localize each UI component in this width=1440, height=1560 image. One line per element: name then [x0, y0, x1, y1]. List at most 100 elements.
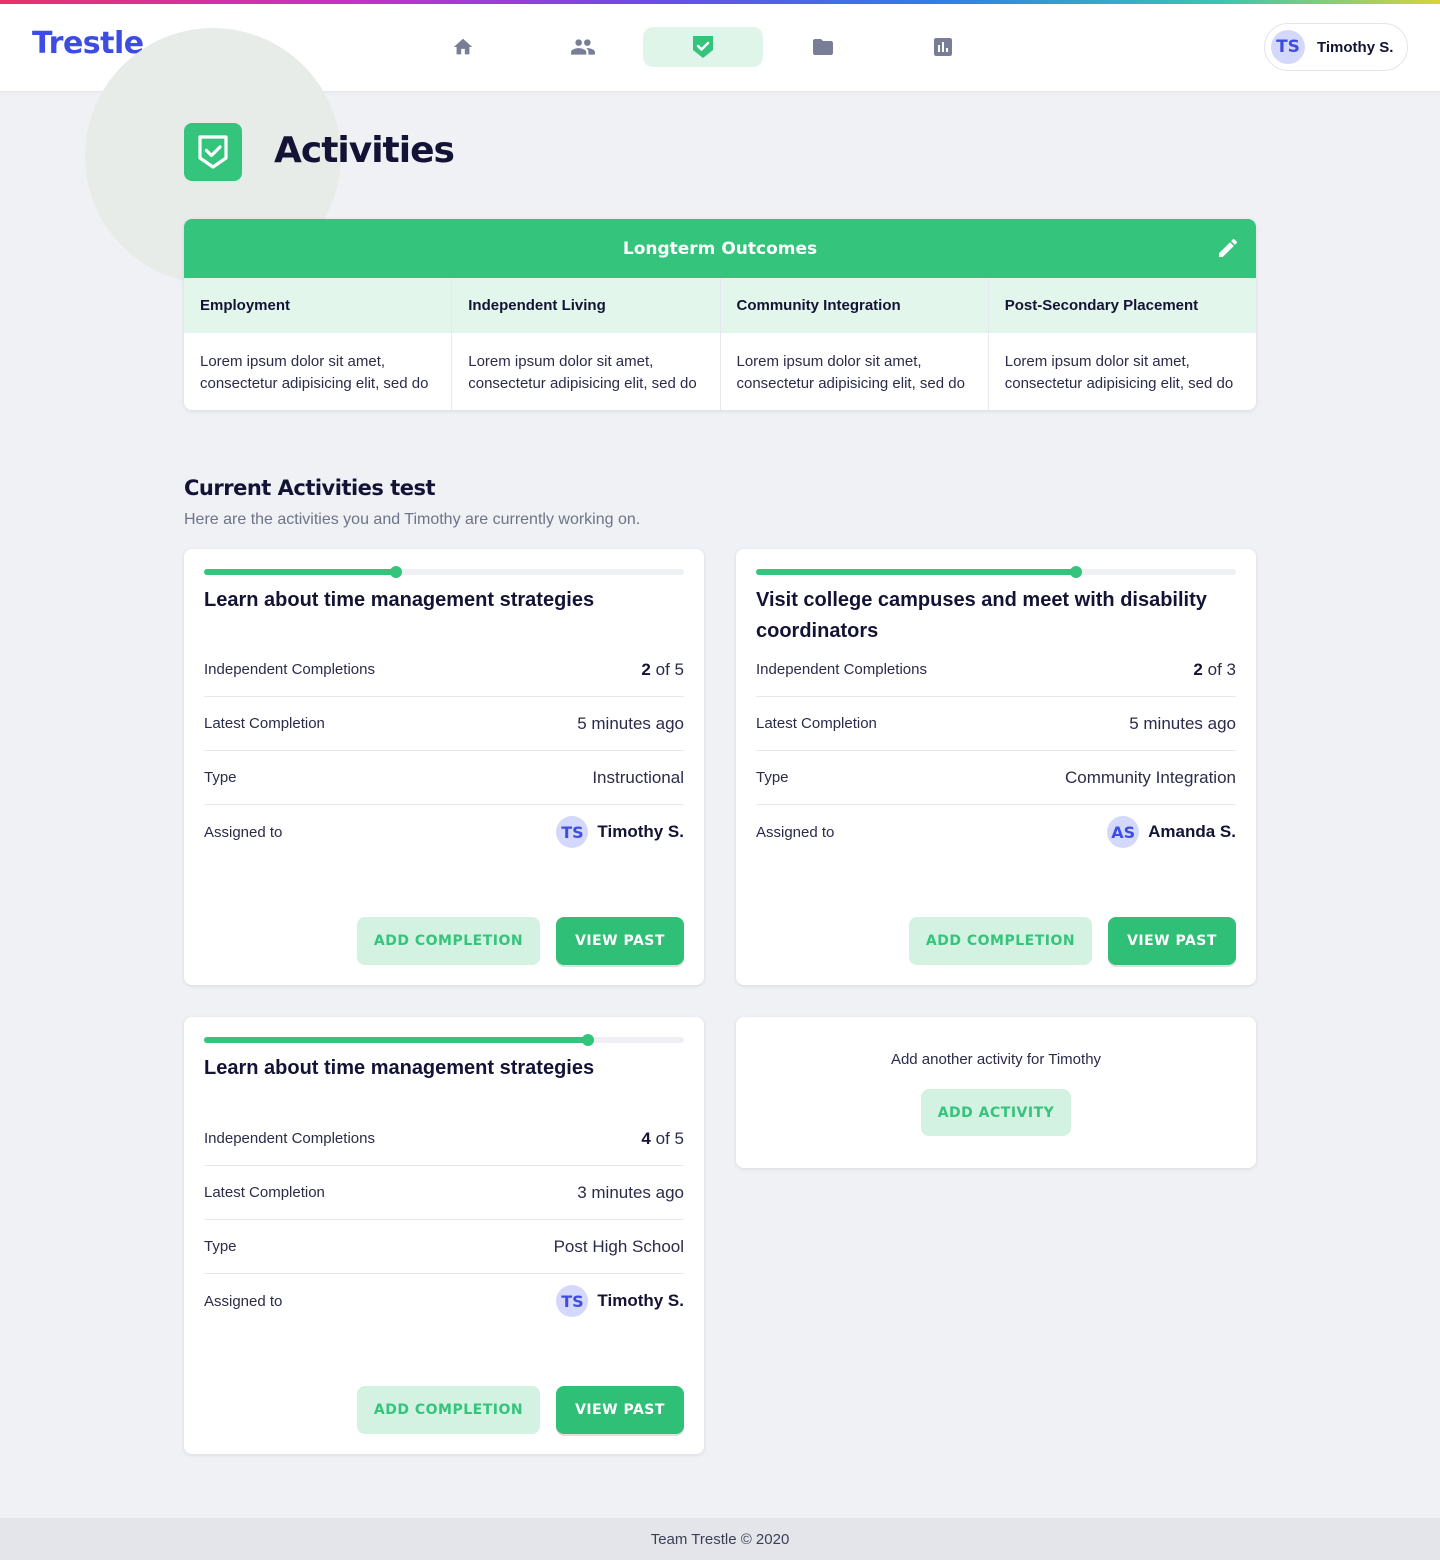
- detail-label: Type: [204, 769, 237, 786]
- activity-type: Post High School: [553, 1236, 684, 1256]
- nav-files[interactable]: [763, 27, 883, 67]
- detail-row-type: Type Community Integration: [756, 751, 1236, 805]
- folder-icon: [813, 39, 833, 55]
- assignee-name: Timothy S.: [597, 822, 684, 841]
- section-title: Current Activities test: [184, 476, 436, 500]
- latest-completion: 5 minutes ago: [577, 713, 684, 733]
- nav-home[interactable]: [403, 27, 523, 67]
- page-title: Activities: [274, 130, 455, 171]
- detail-label: Latest Completion: [756, 715, 877, 732]
- activity-title: Learn about time management strategies: [204, 1057, 595, 1079]
- detail-label: Latest Completion: [204, 715, 325, 732]
- outcome-text: Lorem ipsum dolor sit amet, consectetur …: [1004, 353, 1234, 392]
- avatar: TS: [1271, 30, 1305, 64]
- detail-label: Latest Completion: [204, 1184, 325, 1201]
- activities-shield-icon: [693, 36, 713, 58]
- activity-title: Visit college campuses and meet with dis…: [756, 589, 1207, 642]
- avatar: TS: [556, 816, 589, 848]
- outcomes-title: Longterm Outcomes: [622, 238, 818, 259]
- outcome-column: Community Integration Lorem ipsum dolor …: [720, 278, 989, 410]
- outcome-header: Post-Secondary Placement: [988, 278, 1256, 333]
- add-completion-button[interactable]: ADD COMPLETION: [357, 1386, 540, 1434]
- activity-type: Community Integration: [1064, 767, 1236, 787]
- detail-label: Assigned to: [204, 823, 283, 841]
- outcome-text: Lorem ipsum dolor sit amet, consectetur …: [468, 353, 697, 392]
- view-past-button[interactable]: VIEW PAST: [1108, 917, 1236, 965]
- detail-label: Type: [756, 769, 789, 786]
- assignee-name: Amanda S.: [1148, 822, 1236, 841]
- detail-row-type: Type Post High School: [204, 1220, 684, 1274]
- add-completion-button[interactable]: ADD COMPLETION: [909, 917, 1092, 965]
- activity-progress-bar: [204, 566, 684, 578]
- outcomes-header: Longterm Outcomes: [184, 219, 1256, 278]
- detail-row-assigned: Assigned to TS Timothy S.: [204, 1274, 684, 1328]
- outcome-column: Employment Lorem ipsum dolor sit amet, c…: [184, 278, 453, 410]
- outcome-header: Community Integration: [720, 278, 988, 333]
- nav-activities[interactable]: [643, 27, 763, 67]
- detail-row-type: Type Instructional: [204, 751, 684, 805]
- activity-details: Independent Completions 2 of 5 Latest Co…: [204, 643, 684, 859]
- outcome-header: Independent Living: [452, 278, 720, 333]
- outcomes-grid: Employment Lorem ipsum dolor sit amet, c…: [184, 278, 1256, 410]
- detail-row-completions: Independent Completions 4 of 5: [204, 1112, 684, 1166]
- assignee: TS Timothy S.: [556, 816, 684, 848]
- view-past-button[interactable]: VIEW PAST: [556, 917, 684, 965]
- activity-progress-bar: [756, 566, 1236, 578]
- detail-row-latest: Latest Completion 5 minutes ago: [756, 697, 1236, 751]
- detail-row-assigned: Assigned to TS Timothy S.: [204, 805, 684, 859]
- detail-label: Assigned to: [204, 1292, 283, 1310]
- activity-details: Independent Completions 4 of 5 Latest Co…: [204, 1112, 684, 1328]
- footer: Team Trestle © 2020: [0, 1518, 1440, 1560]
- activity-card: Learn about time management strategies I…: [184, 549, 704, 985]
- activity-card: Visit college campuses and meet with dis…: [736, 549, 1256, 985]
- add-activity-button[interactable]: ADD ACTIVITY: [921, 1089, 1071, 1136]
- longterm-outcomes-panel: Longterm Outcomes Employment Lorem ipsum…: [184, 219, 1256, 410]
- shield-check-icon: [184, 123, 242, 181]
- outcome-column: Post-Secondary Placement Lorem ipsum dol…: [988, 278, 1256, 410]
- nav-reports[interactable]: [883, 27, 1003, 67]
- add-activity-card: Add another activity for Timothy ADD ACT…: [736, 1017, 1256, 1168]
- detail-label: Type: [204, 1238, 237, 1255]
- chart-icon: [934, 38, 952, 56]
- edit-pencil-icon[interactable]: [1216, 236, 1240, 260]
- add-activity-prompt: Add another activity for Timothy: [890, 1051, 1102, 1068]
- assignee: TS Timothy S.: [556, 1285, 684, 1317]
- footer-text: Team Trestle © 2020: [650, 1530, 790, 1548]
- detail-label: Assigned to: [756, 823, 835, 841]
- detail-row-completions: Independent Completions 2 of 5: [204, 643, 684, 697]
- detail-row-completions: Independent Completions 2 of 3: [756, 643, 1236, 697]
- assignee-name: Timothy S.: [597, 1291, 684, 1310]
- user-name: Timothy S.: [1317, 38, 1394, 56]
- trestle-logo[interactable]: Trestle: [32, 26, 144, 61]
- assignee: AS Amanda S.: [1107, 816, 1236, 848]
- outcome-text: Lorem ipsum dolor sit amet, consectetur …: [736, 353, 965, 392]
- activity-details: Independent Completions 2 of 3 Latest Co…: [756, 643, 1236, 859]
- view-past-button[interactable]: VIEW PAST: [556, 1386, 684, 1434]
- nav-people[interactable]: [523, 27, 643, 67]
- detail-label: Independent Completions: [204, 1130, 375, 1147]
- outcome-column: Independent Living Lorem ipsum dolor sit…: [452, 278, 721, 410]
- detail-label: Independent Completions: [204, 661, 375, 678]
- detail-row-latest: Latest Completion 5 minutes ago: [204, 697, 684, 751]
- main-nav: [403, 27, 1003, 67]
- completion-count: 4 of 5: [641, 1128, 684, 1148]
- completion-count: 2 of 5: [641, 659, 684, 679]
- add-completion-button[interactable]: ADD COMPLETION: [357, 917, 540, 965]
- people-icon: [571, 39, 595, 55]
- detail-row-assigned: Assigned to AS Amanda S.: [756, 805, 1236, 859]
- outcome-text: Lorem ipsum dolor sit amet, consectetur …: [200, 353, 429, 392]
- activity-progress-bar: [204, 1034, 684, 1046]
- activity-title: Learn about time management strategies: [204, 589, 595, 611]
- section-subtitle: Here are the activities you and Timothy …: [184, 511, 641, 528]
- detail-row-latest: Latest Completion 3 minutes ago: [204, 1166, 684, 1220]
- detail-label: Independent Completions: [756, 661, 927, 678]
- latest-completion: 5 minutes ago: [1129, 713, 1236, 733]
- user-menu[interactable]: TS Timothy S.: [1264, 23, 1408, 71]
- completion-count: 2 of 3: [1193, 659, 1236, 679]
- avatar: TS: [556, 1285, 589, 1317]
- activity-card: Learn about time management strategies I…: [184, 1017, 704, 1454]
- avatar: AS: [1107, 816, 1140, 848]
- activity-type: Instructional: [592, 767, 684, 787]
- outcome-header: Employment: [184, 278, 452, 333]
- latest-completion: 3 minutes ago: [577, 1182, 684, 1202]
